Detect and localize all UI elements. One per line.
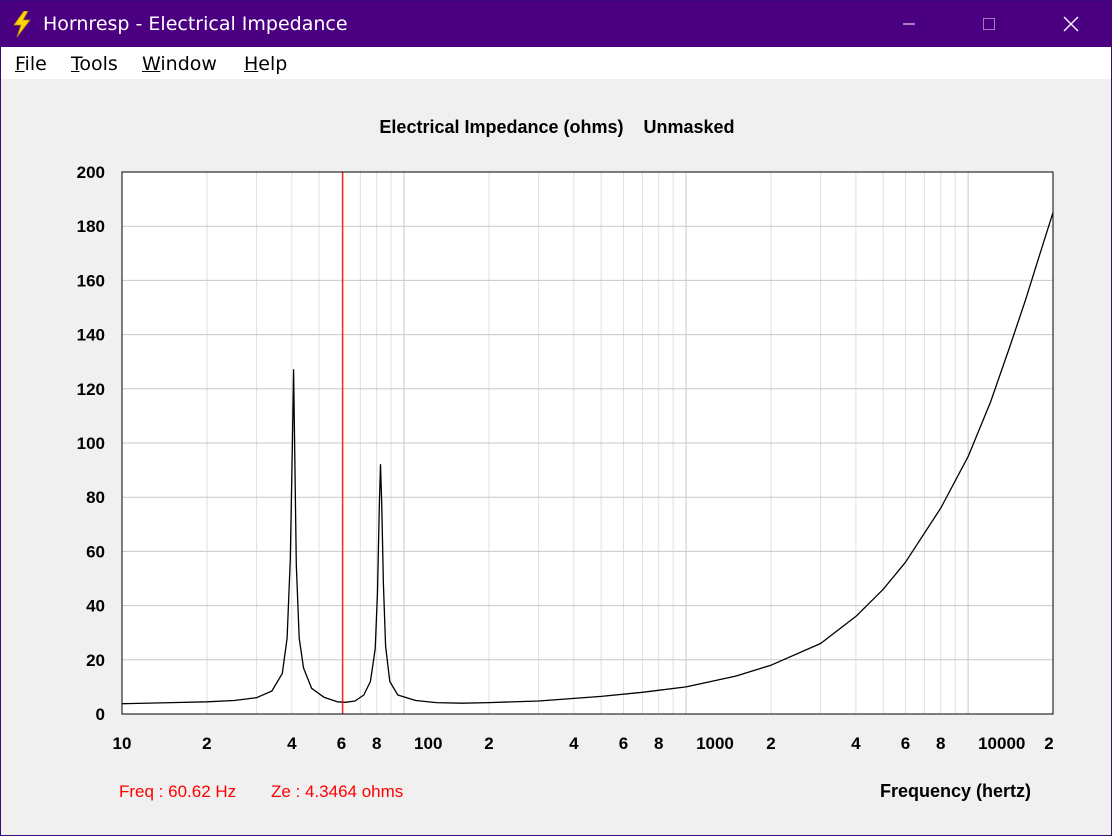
- x-tick-label: 6: [901, 734, 910, 753]
- y-tick-label: 60: [86, 542, 105, 561]
- y-tick-label: 200: [77, 163, 105, 182]
- x-tick-label: 8: [372, 734, 381, 753]
- freq-readout: Freq : 60.62 Hz: [119, 782, 237, 801]
- impedance-chart[interactable]: 02040608010012014016018020010 2 4 6 8 100 2 4 6 8…: [1, 1, 1111, 835]
- x-tick-label: 2: [202, 734, 211, 753]
- x-tick-label: 8: [654, 734, 663, 753]
- x-tick-label: 6: [337, 734, 346, 753]
- impedance-readout: Ze : 4.3464 ohms: [271, 782, 404, 801]
- x-tick-label: 2: [1044, 734, 1053, 753]
- y-tick-label: 160: [77, 271, 105, 290]
- x-tick-label: 8: [936, 734, 945, 753]
- y-tick-label: 40: [86, 597, 105, 616]
- x-tick-label: 10: [113, 734, 132, 753]
- y-tick-label: 100: [77, 434, 105, 453]
- x-tick-label: 100: [414, 734, 442, 753]
- y-tick-label: 80: [86, 488, 105, 507]
- y-tick-label: 20: [86, 651, 105, 670]
- x-tick-label: 6: [619, 734, 628, 753]
- x-tick-label: 4: [287, 734, 297, 753]
- y-tick-label: 0: [96, 705, 105, 724]
- y-tick-label: 140: [77, 326, 105, 345]
- x-axis-label: Frequency (hertz): [880, 781, 1032, 801]
- x-tick-label: 4: [569, 734, 579, 753]
- x-tick-label: 4: [851, 734, 861, 753]
- hornresp-window: Hornresp - Electrical Impedance File Too…: [0, 0, 1112, 836]
- x-tick-label: 1000: [696, 734, 734, 753]
- x-tick-label: 2: [484, 734, 493, 753]
- x-tick-label: 2: [766, 734, 775, 753]
- y-tick-label: 180: [77, 217, 105, 236]
- y-tick-label: 120: [77, 380, 105, 399]
- x-tick-label: 10000: [978, 734, 1025, 753]
